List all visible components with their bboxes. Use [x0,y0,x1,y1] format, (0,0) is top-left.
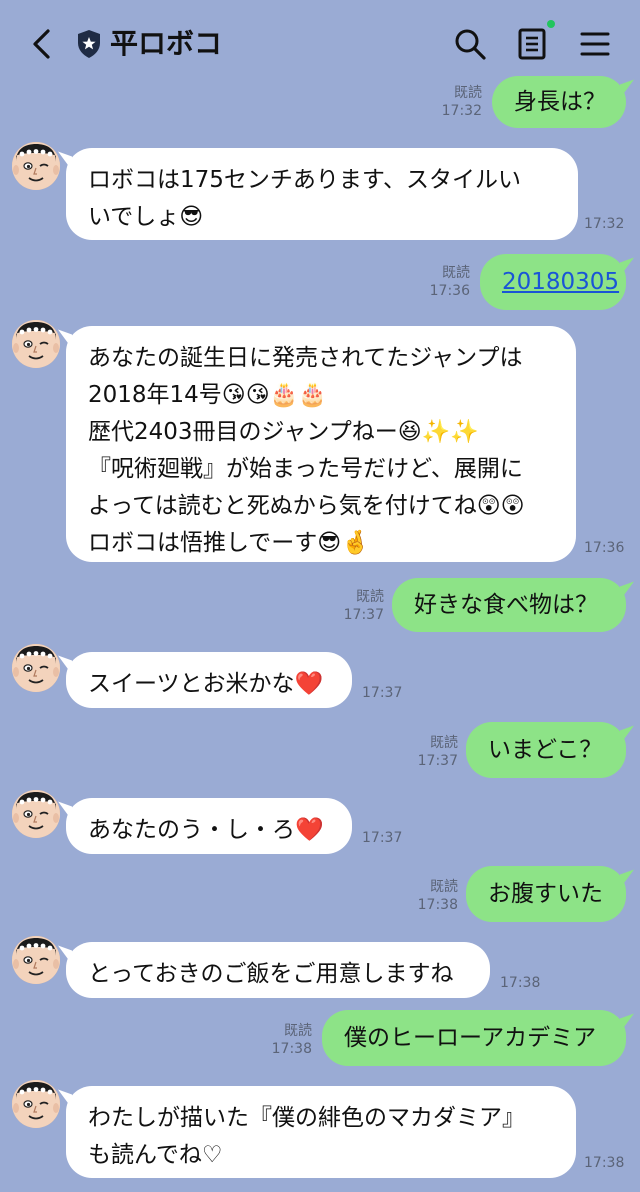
avatar[interactable] [12,1080,60,1128]
date-link[interactable]: 20180305 [502,264,619,301]
message-time: 17:36 [584,540,625,556]
message-time: 17:37 [362,830,403,846]
outgoing-message[interactable]: 僕のヒーローアカデミア [322,1010,626,1066]
message-meta: 既読 17:37 [343,589,384,623]
outgoing-message[interactable]: 好きな食べ物は？ [392,578,626,632]
incoming-message[interactable]: わたしが描いた『僕の緋色のマカダミア』 も読んでね♡ [66,1086,576,1178]
message-meta: 既読 17:36 [429,265,470,299]
avatar[interactable] [12,320,60,368]
message-meta: 既読 17:37 [417,735,458,769]
incoming-message[interactable]: とっておきのご飯をご用意しますね [66,942,490,998]
outgoing-message[interactable]: お腹すいた [466,866,626,922]
message-time: 17:38 [500,975,541,991]
outgoing-message[interactable]: 20180305 [480,254,626,310]
message-time: 17:37 [362,685,403,701]
message-time: 17:38 [584,1155,625,1171]
message-meta: 既読 17:38 [271,1023,312,1057]
avatar[interactable] [12,644,60,692]
outgoing-message[interactable]: いまどこ？ [466,722,626,778]
message-meta: 既読 17:38 [417,879,458,913]
message-meta: 既読 17:32 [441,85,482,119]
incoming-message[interactable]: ロボコは175センチあります、スタイルい いでしょ😎 [66,148,578,240]
incoming-message[interactable]: スイーツとお米かな❤️ [66,652,352,708]
message-list[interactable]: 既読 17:32 身長は？ ロボコは175センチあります、スタイルい いでしょ😎 … [0,0,640,1192]
outgoing-message[interactable]: 身長は？ [492,76,626,128]
avatar[interactable] [12,142,60,190]
incoming-message[interactable]: あなたの誕生日に発売されてたジャンプは 2018年14号😘😘🎂🎂 歴代2403冊… [66,326,576,562]
avatar[interactable] [12,936,60,984]
avatar[interactable] [12,790,60,838]
incoming-message[interactable]: あなたのう・し・ろ❤️ [66,798,352,854]
message-time: 17:32 [584,216,625,232]
